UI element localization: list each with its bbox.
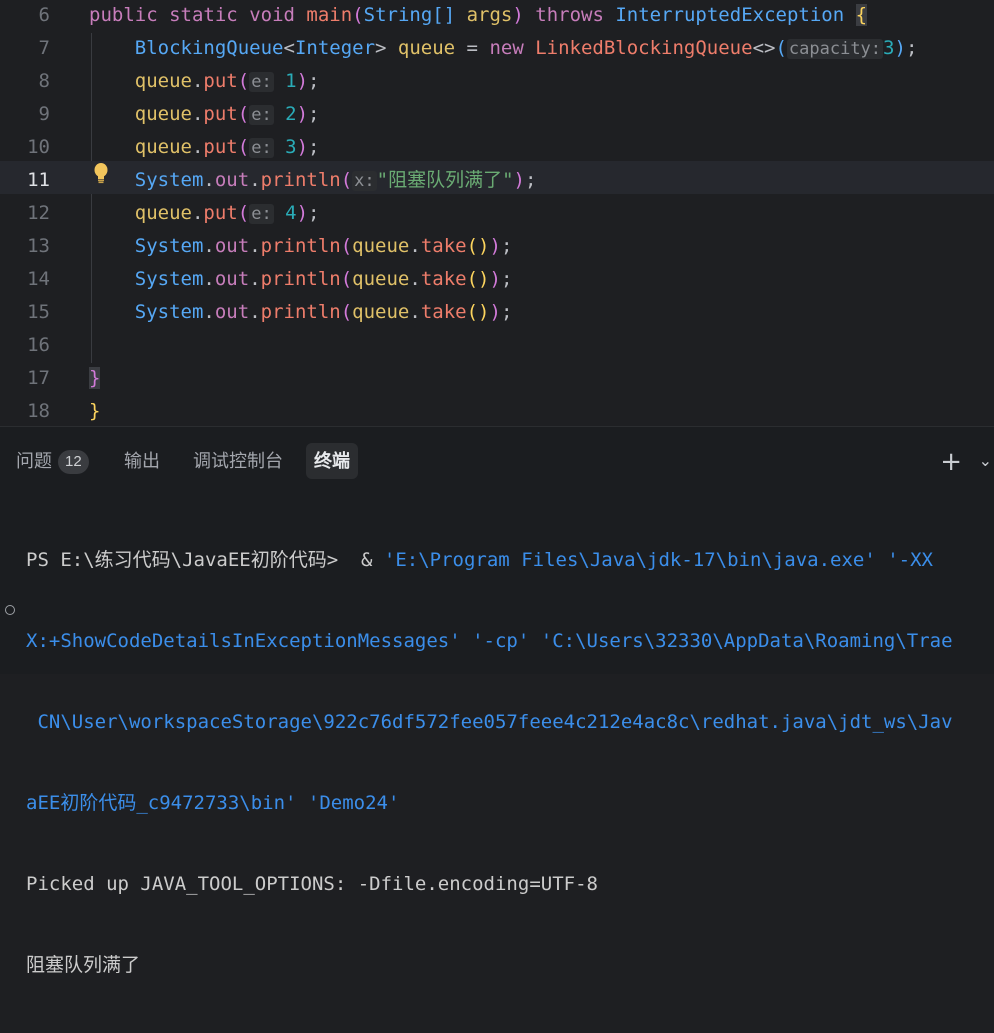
code-line[interactable]: 7 BlockingQueue<Integer> queue = new Lin… — [0, 31, 994, 64]
code-line[interactable]: 14 System.out.println(queue.take()); — [0, 262, 994, 295]
param-hint: x: — [352, 171, 377, 191]
problems-count-badge: 12 — [58, 450, 89, 475]
param-hint: capacity: — [786, 39, 884, 59]
code-text: queue.put(e: 3); — [134, 136, 320, 158]
line-number: 7 — [38, 37, 50, 59]
terminal-output[interactable]: PS E:\练习代码\JavaEE初阶代码> & 'E:\Program Fil… — [26, 493, 953, 1033]
code-line[interactable]: 9 queue.put(e: 2); — [0, 97, 994, 130]
param-hint: e: — [249, 105, 274, 125]
line-number: 8 — [38, 70, 50, 92]
code-text: System.out.println(queue.take()); — [134, 268, 513, 290]
tab-output[interactable]: 输出 — [116, 443, 168, 479]
terminal-line: aEE初阶代码_c9472733\bin' 'Demo24' — [26, 792, 400, 814]
code-text: } — [89, 400, 101, 422]
line-number: 14 — [27, 268, 50, 290]
code-editor[interactable]: 6 public static void main(String[] args)… — [0, 0, 994, 426]
code-line[interactable]: 18 } — [0, 394, 994, 426]
tab-debug-console[interactable]: 调试控制台 — [185, 443, 291, 479]
bottom-panel: 问题 12 输出 调试控制台 终端 + ⌄ PS E:\练习代码\JavaEE初阶… — [0, 426, 994, 976]
code-text: System.out.println(queue.take()); — [134, 235, 513, 257]
code-text: BlockingQueue<Integer> queue = new Linke… — [134, 37, 918, 59]
tab-terminal[interactable]: 终端 — [306, 443, 358, 479]
code-line[interactable]: 10 queue.put(e: 3); — [0, 130, 994, 163]
code-line[interactable]: 15 System.out.println(queue.take()); — [0, 295, 994, 328]
code-text: } — [89, 367, 101, 389]
code-text: System.out.println(queue.take()); — [134, 301, 513, 323]
code-line[interactable]: 16 — [0, 328, 994, 361]
code-text: queue.put(e: 1); — [134, 70, 320, 92]
code-text: public static void main(String[] args) t… — [89, 4, 868, 26]
line-number: 18 — [27, 400, 50, 422]
code-line-current[interactable]: 11 System.out.println(x: "阻塞队列满了"); — [0, 161, 994, 194]
terminal-line: PS E:\练习代码\JavaEE初阶代码> & 'E:\Program Fil… — [26, 549, 933, 571]
lightbulb-icon[interactable] — [92, 162, 110, 184]
line-number: 16 — [27, 334, 50, 356]
code-text: System.out.println(x: "阻塞队列满了"); — [134, 169, 537, 191]
command-status-icon — [5, 605, 15, 615]
param-hint: e: — [249, 72, 274, 92]
code-text: queue.put(e: 2); — [134, 103, 320, 125]
line-number: 17 — [27, 367, 50, 389]
chevron-down-icon[interactable]: ⌄ — [979, 451, 992, 470]
terminal-line: CN\User\workspaceStorage\922c76df572fee0… — [26, 711, 953, 733]
panel-tabs: 问题 12 输出 调试控制台 终端 + ⌄ — [0, 441, 994, 481]
param-hint: e: — [249, 204, 274, 224]
code-line[interactable]: 17 } — [0, 361, 994, 394]
terminal-line: X:+ShowCodeDetailsInExceptionMessages' '… — [26, 630, 953, 652]
line-number: 11 — [27, 169, 50, 191]
line-number: 15 — [27, 301, 50, 323]
line-number: 12 — [27, 202, 50, 224]
param-hint: e: — [249, 138, 274, 158]
terminal-line: 阻塞队列满了 — [26, 954, 141, 976]
line-number: 10 — [27, 136, 50, 158]
code-line[interactable]: 8 queue.put(e: 1); — [0, 64, 994, 97]
line-number: 13 — [27, 235, 50, 257]
add-terminal-icon[interactable]: + — [940, 447, 962, 477]
line-number: 9 — [38, 103, 50, 125]
code-line[interactable]: 6 public static void main(String[] args)… — [0, 0, 994, 31]
code-line[interactable]: 13 System.out.println(queue.take()); — [0, 229, 994, 262]
terminal-line: Picked up JAVA_TOOL_OPTIONS: -Dfile.enco… — [26, 873, 598, 895]
code-line[interactable]: 12 queue.put(e: 4); — [0, 196, 994, 229]
code-text: queue.put(e: 4); — [134, 202, 320, 224]
line-number: 6 — [38, 4, 50, 26]
tab-problems[interactable]: 问题 12 — [8, 443, 97, 479]
